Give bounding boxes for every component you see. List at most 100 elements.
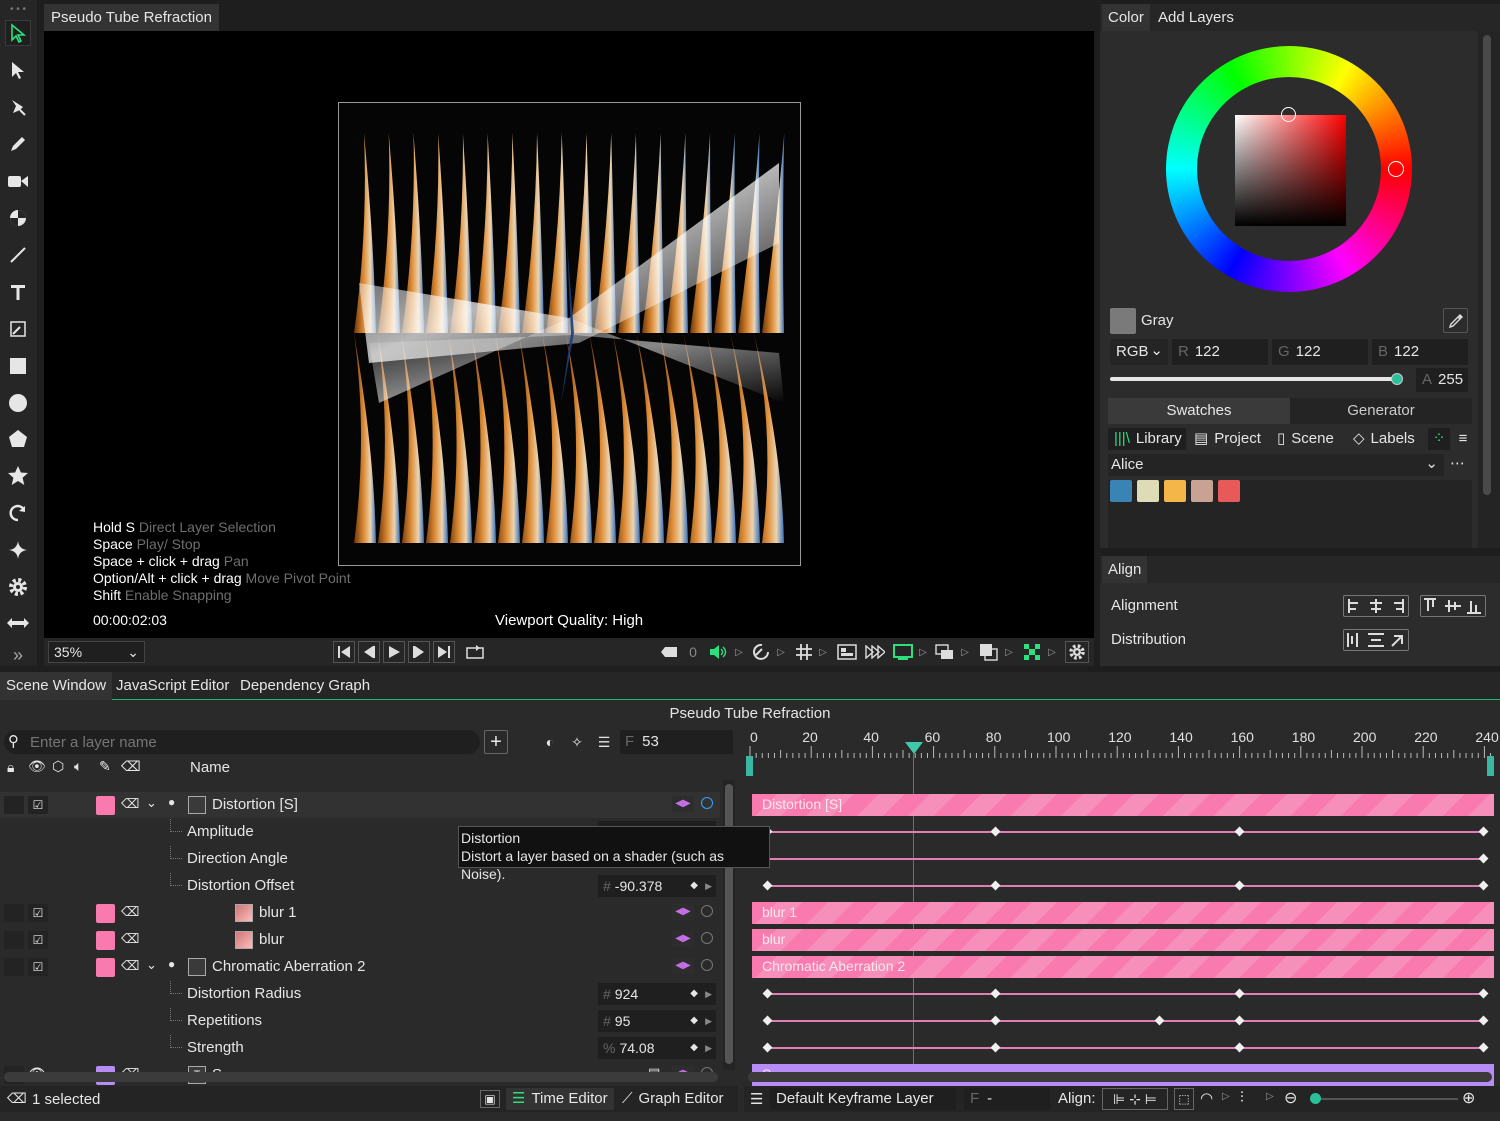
keyframe[interactable] xyxy=(1478,1042,1489,1053)
property-row[interactable]: Strength% 74.08 ◆ ▶ xyxy=(0,1035,720,1061)
keyframe[interactable] xyxy=(762,1042,773,1053)
dropdown-arrow-icon[interactable]: ▷ xyxy=(1004,641,1014,663)
alpha-slider-handle[interactable] xyxy=(1391,373,1403,385)
motion-blur-icon[interactable] xyxy=(751,641,773,663)
current-color-swatch[interactable] xyxy=(1110,308,1136,334)
guides-icon[interactable] xyxy=(836,641,858,663)
layers-overlay-icon[interactable] xyxy=(934,641,956,663)
property-row[interactable]: Distortion Radius #924 ◆ ▶ xyxy=(0,981,720,1007)
rectangle-tool-icon[interactable] xyxy=(5,353,31,379)
loop-icon[interactable] xyxy=(464,641,486,663)
layer-radio[interactable] xyxy=(701,797,713,809)
lock-toggle[interactable] xyxy=(4,958,24,976)
chevron-down-icon[interactable]: ⌄ xyxy=(146,957,157,973)
dropdown-arrow-icon[interactable]: ▷ xyxy=(818,641,828,663)
viewport[interactable]: Hold S Direct Layer Selection Space Play… xyxy=(44,31,1094,638)
keyframe[interactable] xyxy=(762,1015,773,1026)
tab-generator[interactable]: Generator xyxy=(1290,398,1472,424)
palette-swatch[interactable] xyxy=(1191,480,1213,502)
keyframe-layer-select[interactable]: Default Keyframe Layer xyxy=(770,1088,956,1110)
property-value-field[interactable]: #924 ◆ ▶ xyxy=(598,983,716,1005)
lock-toggle[interactable] xyxy=(4,904,24,922)
label-tag-icon[interactable]: ⌫ xyxy=(121,758,141,775)
keyframe[interactable] xyxy=(1234,1015,1245,1026)
drag-handle-icon[interactable]: • • • xyxy=(5,2,31,16)
timeline-layer-bar[interactable]: blur xyxy=(752,929,1494,951)
tab-dependency-graph[interactable]: Dependency Graph xyxy=(234,672,376,700)
play-icon[interactable] xyxy=(383,641,405,663)
keyframe[interactable] xyxy=(1478,988,1489,999)
timeline-ruler[interactable]: 0 20 40 60 80 100 120 140 160 180 200 220 240 xyxy=(744,726,1500,776)
eyedropper-icon[interactable]: ✎ xyxy=(99,758,111,775)
tab-align[interactable]: Align xyxy=(1102,556,1148,583)
tab-add-layers[interactable]: Add Layers xyxy=(1152,4,1240,31)
ellipse-tool-icon[interactable] xyxy=(5,390,31,416)
keyframe[interactable] xyxy=(1234,988,1245,999)
keyframe[interactable] xyxy=(762,988,773,999)
viewport-tab[interactable]: Pseudo Tube Refraction xyxy=(44,4,219,31)
property-value-field[interactable]: #95 ◆ ▶ xyxy=(598,1010,716,1032)
dropdown-arrow-icon[interactable]: ▷ xyxy=(1047,641,1057,663)
property-row[interactable]: Repetitions #95 ◆ ▶ xyxy=(0,1008,720,1034)
fast-forward-icon[interactable] xyxy=(864,641,886,663)
keyframe[interactable] xyxy=(990,826,1001,837)
playhead-icon[interactable] xyxy=(905,742,923,756)
time-editor-button[interactable]: ☰ Time Editor xyxy=(506,1088,614,1110)
dropdown-arrow-icon[interactable]: ▷ xyxy=(918,641,928,663)
layer-color-swatch[interactable] xyxy=(96,931,115,950)
timeline-layer-bar[interactable]: Distortion [S] xyxy=(752,794,1494,816)
line-tool-icon[interactable] xyxy=(5,242,31,268)
tab-javascript-editor[interactable]: JavaScript Editor xyxy=(110,672,235,700)
add-layer-button[interactable]: + xyxy=(484,730,508,754)
sparkle-tool-icon[interactable] xyxy=(5,537,31,563)
polygon-tool-icon[interactable] xyxy=(5,426,31,452)
3d-cube-icon[interactable]: ⬡ xyxy=(52,758,64,775)
keyframe[interactable] xyxy=(1478,880,1489,891)
chevron-down-icon[interactable]: ⌄ xyxy=(146,795,157,811)
lock-toggle[interactable] xyxy=(4,796,24,814)
layer-row[interactable]: ☑ ⌫ blur 1 ◀▶ xyxy=(0,900,720,926)
blue-field[interactable]: B 122 xyxy=(1372,339,1468,365)
keyframe[interactable] xyxy=(990,988,1001,999)
keyframe-nav-icon[interactable]: ◀▶ xyxy=(672,958,694,974)
keyframe[interactable] xyxy=(990,880,1001,891)
palette-swatch[interactable] xyxy=(1110,480,1132,502)
gear-tool-icon[interactable] xyxy=(5,574,31,600)
zoom-in-icon[interactable]: ⊕ xyxy=(1462,1088,1475,1108)
lock-toggle[interactable] xyxy=(4,931,24,949)
zoom-select[interactable]: 35% ⌄ xyxy=(48,641,145,663)
keyframe[interactable] xyxy=(1478,826,1489,837)
text-tool-icon[interactable] xyxy=(5,279,31,305)
tab-swatches[interactable]: Swatches xyxy=(1108,398,1290,424)
layer-color-swatch[interactable] xyxy=(96,904,115,923)
star-tool-icon[interactable] xyxy=(5,463,31,489)
keyframe[interactable] xyxy=(1234,880,1245,891)
graph-editor-button[interactable]: ⟋ Graph Editor xyxy=(618,1088,734,1110)
tab-color[interactable]: Color xyxy=(1102,4,1150,31)
tab-scene-window[interactable]: Scene Window xyxy=(0,672,113,700)
timeline-layer-bar[interactable]: Chromatic Aberration 2 xyxy=(752,956,1494,978)
frame-field[interactable]: F 53 xyxy=(620,730,733,754)
zoom-out-icon[interactable]: ⊖ xyxy=(1284,1088,1297,1108)
hue-handle[interactable] xyxy=(1388,161,1404,177)
keyframe-diamond-icon[interactable]: ◆ xyxy=(690,1037,698,1059)
alpha-slider[interactable] xyxy=(1110,377,1400,381)
zoom-slider-handle[interactable] xyxy=(1310,1093,1321,1104)
dropdown-arrow-icon[interactable]: ▷ xyxy=(1222,1091,1230,1102)
layer-color-swatch[interactable] xyxy=(96,796,115,815)
spiral-tool-icon[interactable] xyxy=(5,500,31,526)
keyframe-diamond-icon[interactable]: ◆ xyxy=(690,983,698,1005)
work-area-end-handle[interactable] xyxy=(1487,756,1494,776)
color-mode-select[interactable]: RGB ⌄ xyxy=(1110,339,1168,365)
keyframe-diamond-icon[interactable]: ◆ xyxy=(690,1010,698,1032)
layer-row[interactable]: ☑ ⌫ blur ◀▶ xyxy=(0,927,720,953)
visibility-check-icon[interactable]: ☑ xyxy=(28,931,48,949)
color-panel-scrollbar[interactable] xyxy=(1478,31,1500,548)
zoom-slider[interactable] xyxy=(1310,1098,1458,1100)
visibility-eye-icon[interactable]: 👁︎ xyxy=(28,758,46,775)
tab-scene[interactable]: ▯ Scene xyxy=(1277,428,1334,450)
palette-select[interactable]: Alice ⌄ xyxy=(1108,454,1444,476)
solo-dot-icon[interactable]: ● xyxy=(168,795,175,809)
expand-tools-icon[interactable]: » xyxy=(5,642,31,668)
step-forward-icon[interactable] xyxy=(408,641,430,663)
